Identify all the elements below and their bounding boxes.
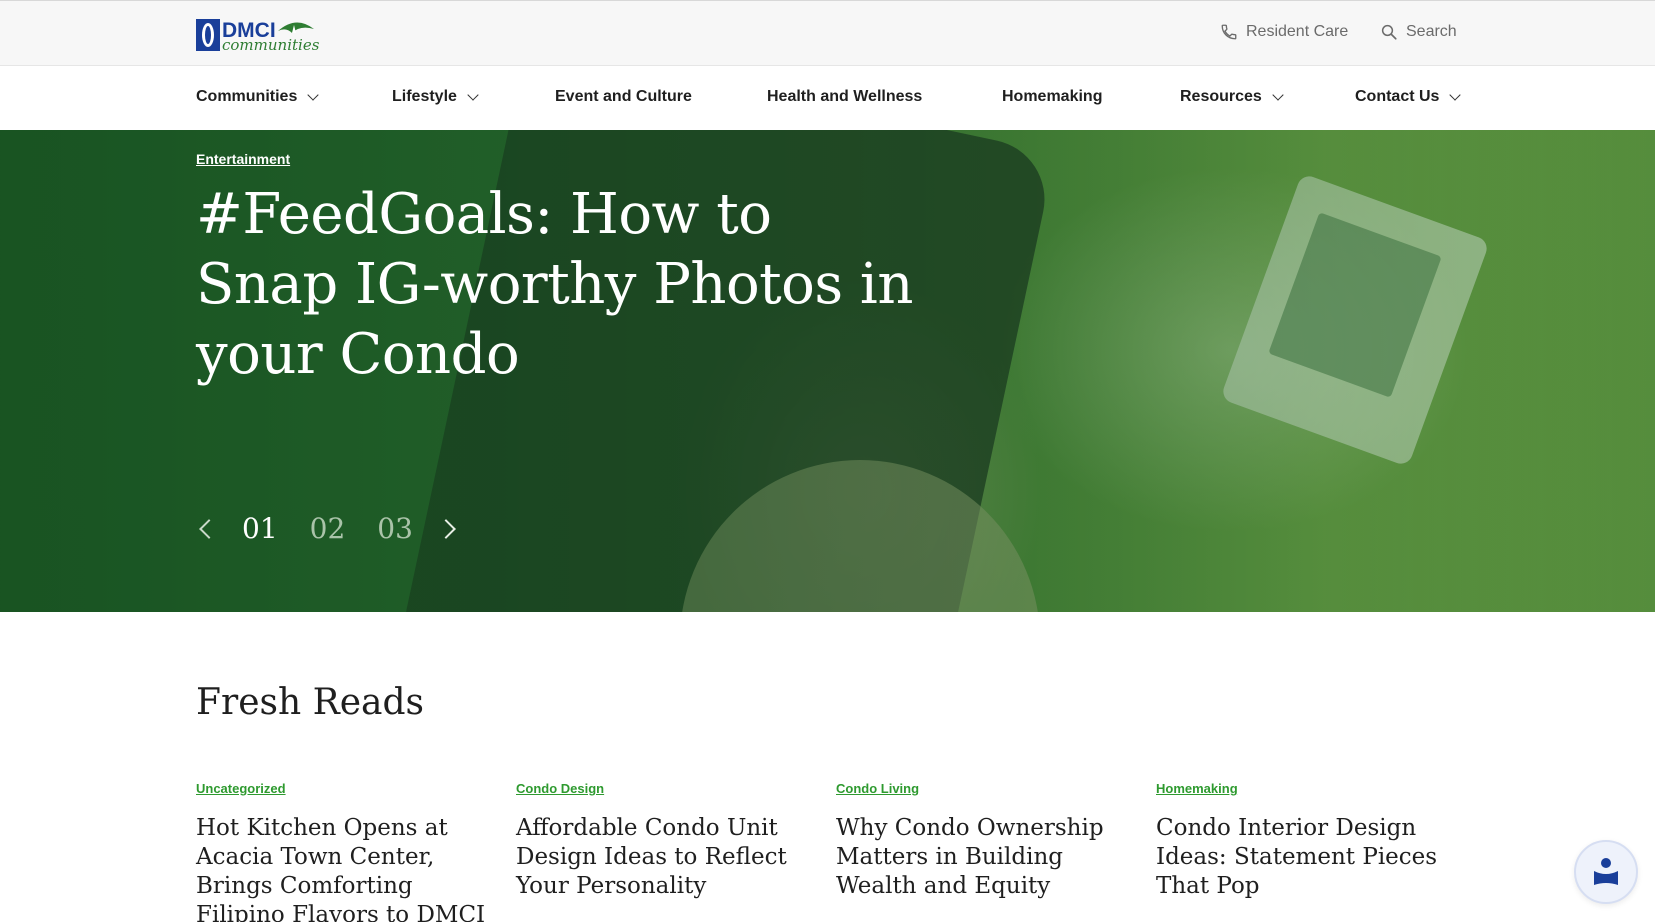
- search-icon: [1381, 24, 1397, 40]
- nav-item-label: Homemaking: [1002, 88, 1103, 105]
- search-link[interactable]: Search: [1380, 23, 1457, 41]
- nav-item-event-and-culture[interactable]: Event and Culture: [555, 88, 692, 106]
- resident-care-link[interactable]: Resident Care: [1220, 23, 1348, 41]
- main-nav: Communities Lifestyle Event and Culture …: [0, 66, 1655, 130]
- chevron-left-icon[interactable]: [199, 518, 219, 539]
- phone-icon: [1221, 24, 1237, 40]
- nav-item-label: Resources: [1180, 88, 1262, 105]
- nav-item-homemaking[interactable]: Homemaking: [1002, 88, 1102, 106]
- article-category-link[interactable]: Homemaking: [1156, 781, 1238, 796]
- hero-category-link[interactable]: Entertainment: [196, 151, 290, 167]
- article-category-link[interactable]: Condo Living: [836, 781, 919, 796]
- chat-widget-button[interactable]: [1574, 840, 1638, 904]
- chat-person-icon: [1594, 858, 1618, 885]
- chevron-down-icon: [1272, 88, 1284, 101]
- article-category-link[interactable]: Condo Design: [516, 781, 604, 796]
- resident-care-label: Resident Care: [1246, 23, 1349, 40]
- svg-text:communities: communities: [222, 36, 320, 53]
- slide-indicator-3[interactable]: 03: [377, 512, 413, 545]
- article-card: Uncategorized Hot Kitchen Opens at Acaci…: [196, 780, 496, 922]
- nav-item-label: Communities: [196, 88, 298, 105]
- chevron-down-icon: [307, 88, 320, 101]
- article-card: Homemaking Condo Interior Design Ideas: …: [1156, 780, 1456, 901]
- nav-item-label: Event and Culture: [555, 88, 692, 105]
- nav-item-communities[interactable]: Communities: [196, 88, 320, 106]
- article-card: Condo Design Affordable Condo Unit Desig…: [516, 780, 816, 901]
- nav-item-contact-us[interactable]: Contact Us: [1355, 88, 1462, 106]
- nav-item-label: Health and Wellness: [767, 88, 923, 105]
- nav-item-label: Contact Us: [1355, 88, 1440, 105]
- dmci-communities-logo[interactable]: DMCI communities: [196, 17, 346, 53]
- top-utility-bar: DMCI communities Resident Care Search: [0, 0, 1655, 66]
- nav-item-label: Lifestyle: [392, 88, 457, 105]
- chevron-down-icon: [1449, 88, 1462, 101]
- article-title-link[interactable]: Hot Kitchen Opens at Acacia Town Center,…: [196, 814, 496, 922]
- fresh-reads-heading: Fresh Reads: [196, 682, 424, 723]
- slide-indicator-1[interactable]: 01: [242, 512, 278, 545]
- article-card: Condo Living Why Condo Ownership Matters…: [836, 780, 1136, 901]
- article-title-link[interactable]: Why Condo Ownership Matters in Building …: [836, 814, 1136, 901]
- nav-item-resources[interactable]: Resources: [1180, 88, 1284, 106]
- chevron-right-icon[interactable]: [436, 518, 456, 539]
- nav-item-lifestyle[interactable]: Lifestyle: [392, 88, 479, 106]
- hero-title[interactable]: #FeedGoals: How to Snap IG-worthy Photos…: [196, 180, 916, 390]
- chevron-down-icon: [467, 88, 479, 101]
- search-label: Search: [1406, 23, 1457, 40]
- article-title-link[interactable]: Affordable Condo Unit Design Ideas to Re…: [516, 814, 816, 901]
- nav-item-health-and-wellness[interactable]: Health and Wellness: [767, 88, 922, 106]
- slide-indicator-2[interactable]: 02: [310, 512, 346, 545]
- hero-slider-pager: 01 02 03: [196, 512, 456, 545]
- article-category-link[interactable]: Uncategorized: [196, 781, 286, 796]
- article-title-link[interactable]: Condo Interior Design Ideas: Statement P…: [1156, 814, 1456, 901]
- logo-graphic: DMCI communities: [196, 19, 320, 53]
